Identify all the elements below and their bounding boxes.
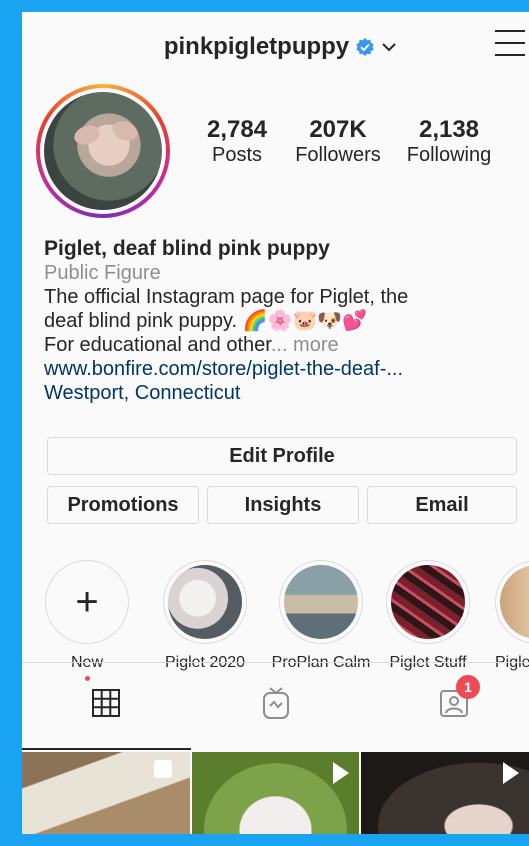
highlight-piglet-stuff[interactable]: Piglet Stuff [376, 560, 480, 672]
posts-label: Posts [211, 144, 263, 166]
profile-name: Piglet, deaf blind pink puppy [44, 237, 330, 260]
video-play-icon [333, 762, 350, 784]
grid-icon [92, 689, 120, 717]
promotions-button[interactable]: Promotions [47, 486, 199, 524]
bio-emojis: 🌈🌸🐷🐶💕 [242, 310, 368, 332]
bio-more-link[interactable]: ... more [271, 334, 339, 356]
highlight-proplan-calm[interactable]: ProPlan Calm [260, 560, 382, 672]
verified-badge-icon [356, 38, 374, 56]
tab-igtv[interactable] [256, 683, 296, 723]
tab-tagged[interactable]: 1 [434, 675, 480, 723]
following-label: Following [406, 144, 492, 166]
tab-grid[interactable] [86, 683, 126, 723]
top-bar: pinkpigletpuppy [22, 12, 529, 82]
bio-line-3: For educational and other... more [44, 334, 339, 356]
following-stat[interactable]: 2,138 Following [394, 116, 504, 167]
profile-stats: 2,784 Posts 207K Followers 2,138 Followi… [192, 116, 512, 167]
post-thumbnail[interactable] [191, 752, 360, 834]
igtv-icon [263, 687, 289, 719]
bio-line-2: deaf blind pink puppy. 🌈🌸🐷🐶💕 [44, 310, 368, 332]
hamburger-menu-icon[interactable] [495, 30, 529, 58]
highlight-piglet-2020[interactable]: Piglet 2020 [150, 560, 260, 672]
profile-category: Public Figure [44, 262, 161, 284]
profile-bio: Piglet, deaf blind pink puppy Public Fig… [44, 237, 524, 405]
video-play-icon [503, 762, 520, 784]
following-count: 2,138 [418, 116, 480, 143]
followers-label: Followers [295, 144, 381, 166]
profile-tabs: 1 [22, 662, 529, 750]
posts-count: 2,784 [206, 116, 268, 143]
profile-screen: pinkpigletpuppy 2,784 Posts 207K Followe… [22, 12, 529, 834]
bio-location[interactable]: Westport, Connecticut [44, 381, 524, 405]
highlight-pigle[interactable]: Pigle [487, 560, 529, 672]
post-thumbnail[interactable] [361, 752, 529, 834]
profile-avatar[interactable] [36, 84, 170, 218]
tagged-count-badge: 1 [456, 675, 480, 699]
followers-count: 207K [309, 116, 367, 143]
bio-website-link[interactable]: www.bonfire.com/store/piglet-the-deaf-..… [44, 357, 524, 381]
plus-icon: + [75, 579, 99, 624]
followers-stat[interactable]: 207K Followers [282, 116, 394, 167]
email-button[interactable]: Email [367, 486, 517, 524]
post-grid [22, 752, 529, 834]
bio-line-1: The official Instagram page for Piglet, … [44, 286, 409, 308]
posts-stat[interactable]: 2,784 Posts [192, 116, 282, 167]
insights-button[interactable]: Insights [207, 486, 359, 524]
active-tab-indicator [22, 748, 191, 750]
username: pinkpigletpuppy [163, 33, 350, 60]
edit-profile-button[interactable]: Edit Profile [47, 437, 517, 475]
post-thumbnail[interactable] [22, 752, 190, 834]
chevron-down-icon [382, 43, 396, 52]
username-switcher[interactable]: pinkpigletpuppy [164, 33, 397, 61]
